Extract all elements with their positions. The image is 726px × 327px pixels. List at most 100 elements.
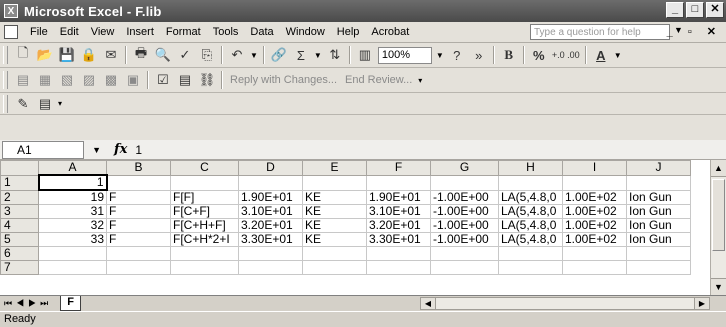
sheet-tab-f[interactable]: F <box>60 296 81 311</box>
cell[interactable]: F <box>106 204 171 219</box>
document-controls[interactable]: _ ▫ ✕ <box>667 25 722 38</box>
row-header[interactable]: 1 <box>0 174 39 191</box>
row-header[interactable]: 4 <box>0 218 39 233</box>
font-color-button[interactable]: A <box>592 46 610 64</box>
menu-insert[interactable]: Insert <box>120 26 160 38</box>
delete-comment-icon[interactable]: ▣ <box>124 71 142 89</box>
track-icon[interactable]: ▦ <box>36 71 54 89</box>
cell[interactable]: 1.90E+01 <box>238 189 303 205</box>
column-header-g[interactable]: G <box>430 160 499 176</box>
cell[interactable]: LA(5,4.8,0 <box>498 189 563 205</box>
cell[interactable]: KE <box>302 232 367 247</box>
active-cell[interactable]: 1 <box>37 174 108 191</box>
cell[interactable]: F <box>106 232 171 247</box>
cell[interactable]: 1.00E+02 <box>562 204 627 219</box>
cell[interactable]: Ion Gun <box>626 232 691 247</box>
cell[interactable] <box>238 246 303 261</box>
open-folder-icon[interactable]: 📂 <box>36 46 54 64</box>
cell[interactable]: F[C+F] <box>170 204 239 219</box>
cell[interactable]: 3.20E+01 <box>238 218 303 233</box>
menu-data[interactable]: Data <box>244 26 279 38</box>
cell[interactable] <box>430 174 499 191</box>
cell[interactable] <box>498 246 563 261</box>
cell[interactable]: Ion Gun <box>626 204 691 219</box>
cell[interactable]: Ion Gun <box>626 218 691 233</box>
column-header-j[interactable]: J <box>626 160 691 176</box>
cell[interactable]: 19 <box>38 189 107 205</box>
new-comment-icon[interactable]: ▨ <box>80 71 98 89</box>
cell[interactable]: Ion Gun <box>626 189 691 205</box>
row-header[interactable]: 2 <box>0 189 39 205</box>
cell[interactable]: F <box>106 218 171 233</box>
horizontal-scrollbar[interactable]: ◀ ▶ <box>420 297 710 310</box>
workbook-icon[interactable] <box>4 25 18 39</box>
menu-view[interactable]: View <box>85 26 121 38</box>
row-header[interactable]: 6 <box>0 246 39 261</box>
comment-icon[interactable]: ▧ <box>58 71 76 89</box>
menu-edit[interactable]: Edit <box>54 26 85 38</box>
toolbar-dropdown-icon[interactable]: ▾ <box>58 99 62 108</box>
select-all-corner[interactable] <box>0 160 39 176</box>
undo-icon[interactable]: ↶ <box>228 46 246 64</box>
menu-window[interactable]: Window <box>280 26 331 38</box>
formula-input[interactable]: 1 <box>135 143 142 157</box>
cell[interactable] <box>430 260 499 275</box>
cell[interactable] <box>238 174 303 191</box>
shared-icon[interactable]: ⛓ <box>198 71 216 89</box>
cell[interactable] <box>626 246 691 261</box>
cell[interactable]: KE <box>302 218 367 233</box>
cell[interactable]: 1.00E+02 <box>562 232 627 247</box>
cell[interactable] <box>626 260 691 275</box>
drawing-icon[interactable]: ✎ <box>14 95 32 113</box>
column-header-f[interactable]: F <box>366 160 431 176</box>
cell[interactable] <box>170 174 239 191</box>
undo-dropdown-icon[interactable]: ▼ <box>250 51 258 60</box>
vertical-scrollbar[interactable]: ▲ ▼ <box>710 160 726 295</box>
column-header-i[interactable]: I <box>562 160 627 176</box>
cell[interactable] <box>562 174 627 191</box>
name-box[interactable]: A1 ▼ <box>2 140 101 159</box>
workbook-icon[interactable]: ▤ <box>176 71 194 89</box>
cell[interactable]: LA(5,4.8,0 <box>498 204 563 219</box>
cell[interactable]: F[C+H*2+I <box>170 232 239 247</box>
forms-icon[interactable]: ▤ <box>36 95 54 113</box>
scroll-right-icon[interactable]: ▶ <box>694 298 709 309</box>
cell[interactable] <box>38 260 107 275</box>
autosum-dropdown-icon[interactable]: ▼ <box>314 51 322 60</box>
cell[interactable] <box>562 246 627 261</box>
toolbar-options-icon[interactable]: » <box>470 46 488 64</box>
cell[interactable] <box>170 246 239 261</box>
cell[interactable] <box>106 260 171 275</box>
print-icon[interactable]: 🖶 <box>132 45 150 64</box>
help-icon[interactable]: ? <box>448 46 466 64</box>
scroll-left-icon[interactable]: ◀ <box>421 298 436 309</box>
cell[interactable]: 1.90E+01 <box>366 189 431 205</box>
sort-ascending-icon[interactable]: ⇅ <box>326 46 344 64</box>
cell[interactable] <box>366 246 431 261</box>
toolbar-grip[interactable] <box>3 46 8 64</box>
column-header-d[interactable]: D <box>238 160 303 176</box>
new-document-icon[interactable]: 🗋 <box>14 45 32 64</box>
cell[interactable] <box>366 174 431 191</box>
cell[interactable]: -1.00E+00 <box>430 204 499 219</box>
cell[interactable]: -1.00E+00 <box>430 218 499 233</box>
reply-with-changes-button[interactable]: Reply with Changes... <box>230 74 337 86</box>
cell[interactable]: LA(5,4.8,0 <box>498 232 563 247</box>
row-header[interactable]: 7 <box>0 260 39 275</box>
toolbar-grip[interactable] <box>3 94 8 113</box>
worksheet-grid[interactable]: A B C D E F G H I J 1 1 2 19 F F[F] 1.90E+01 KE… <box>0 160 726 295</box>
compare-icon[interactable]: ▤ <box>14 71 32 89</box>
menu-file[interactable]: File <box>24 26 54 38</box>
cell[interactable]: 31 <box>38 204 107 219</box>
cell[interactable] <box>302 246 367 261</box>
save-icon[interactable]: 💾 <box>58 46 76 64</box>
cell[interactable] <box>38 246 107 261</box>
cell[interactable]: KE <box>302 189 367 205</box>
bold-button[interactable]: B <box>500 46 518 64</box>
column-header-h[interactable]: H <box>498 160 563 176</box>
cell[interactable] <box>238 260 303 275</box>
cell[interactable]: KE <box>302 204 367 219</box>
email-icon[interactable]: ✉ <box>102 46 120 64</box>
zoom-select[interactable]: 100% <box>377 46 432 64</box>
cell[interactable] <box>430 246 499 261</box>
